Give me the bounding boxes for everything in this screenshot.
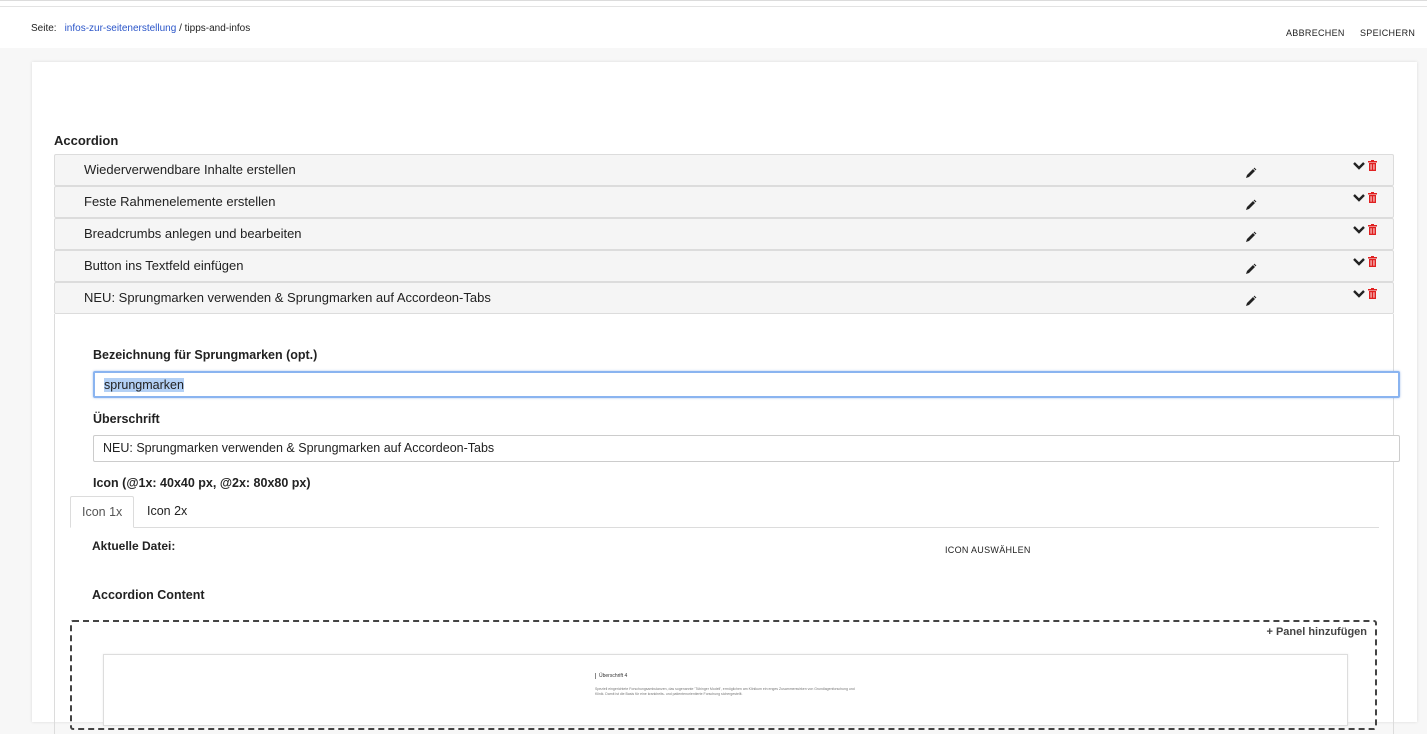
chevron-down-icon[interactable] (1353, 289, 1365, 299)
heading-input[interactable]: NEU: Sprungmarken verwenden & Sprungmark… (93, 435, 1400, 462)
preview-heading: Überschrift 4 (595, 673, 627, 679)
trash-icon[interactable] (1368, 160, 1377, 171)
current-file-label: Aktuelle Datei: (92, 539, 176, 553)
accordion-item-active[interactable]: NEU: Sprungmarken verwenden & Sprungmark… (54, 282, 1394, 314)
anchor-input-value: sprungmarken (104, 378, 184, 392)
pencil-icon[interactable] (1245, 231, 1257, 243)
save-button[interactable]: SPEICHERN (1360, 28, 1415, 38)
accordion-item[interactable]: Breadcrumbs anlegen und bearbeiten (54, 218, 1394, 250)
chevron-down-icon[interactable] (1353, 257, 1365, 267)
accordion-item-label: Wiederverwendbare Inhalte erstellen (84, 162, 296, 177)
tab-icon-1x[interactable]: Icon 1x (70, 496, 135, 528)
chevron-down-icon[interactable] (1353, 193, 1365, 203)
choose-icon-button[interactable]: ICON AUSWÄHLEN (945, 545, 1031, 555)
editor-card: Accordion Wiederverwendbare Inhalte erst… (32, 62, 1417, 734)
heading-field-label: Überschrift (93, 412, 160, 426)
cancel-button[interactable]: ABBRECHEN (1286, 28, 1345, 38)
accordion-item[interactable]: Feste Rahmenelemente erstellen (54, 186, 1394, 218)
chevron-down-icon[interactable] (1353, 161, 1365, 171)
pencil-icon[interactable] (1245, 199, 1257, 211)
accordion-item[interactable]: Wiederverwendbare Inhalte erstellen (54, 154, 1394, 186)
add-panel-button[interactable]: + Panel hinzufügen (1266, 626, 1367, 638)
add-panel-label: Panel hinzufügen (1275, 626, 1367, 638)
heading-input-value: NEU: Sprungmarken verwenden & Sprungmark… (103, 441, 495, 455)
icon-field-label: Icon (@1x: 40x40 px, @2x: 80x80 px) (93, 476, 311, 490)
trash-icon[interactable] (1368, 224, 1377, 235)
trash-icon[interactable] (1368, 256, 1377, 267)
breadcrumb-link[interactable]: infos-zur-seitenerstellung (65, 23, 177, 34)
panel-preview[interactable]: Überschrift 4 Speziell eingerichtete For… (103, 654, 1348, 726)
icon-tabs: Icon 1x Icon 2x (70, 496, 1379, 528)
breadcrumb-label: Seite: (31, 23, 57, 34)
breadcrumb-current: tipps-and-infos (184, 23, 251, 34)
preview-text: Speziell eingerichtete Forschungsambulan… (595, 687, 855, 696)
pencil-icon[interactable] (1245, 263, 1257, 275)
pencil-icon[interactable] (1245, 295, 1257, 307)
top-bar: Seite: infos-zur-seitenerstellung / tipps… (0, 0, 1427, 48)
tab-icon-2x[interactable]: Icon 2x (136, 496, 198, 526)
pencil-icon[interactable] (1245, 167, 1257, 179)
plus-icon: + (1266, 626, 1276, 638)
breadcrumb-separator: / (176, 23, 185, 34)
accordion-content-label: Accordion Content (92, 588, 205, 602)
accordion-item-label: Feste Rahmenelemente erstellen (84, 194, 276, 209)
anchor-field-label: Bezeichnung für Sprungmarken (opt.) (93, 348, 318, 362)
trash-icon[interactable] (1368, 192, 1377, 203)
accordion-item-label: Button ins Textfeld einfügen (84, 258, 244, 273)
accordion-item-label: NEU: Sprungmarken verwenden & Sprungmark… (84, 290, 491, 305)
chevron-down-icon[interactable] (1353, 225, 1365, 235)
top-divider (0, 6, 1427, 7)
accordion-title: Accordion (54, 133, 119, 148)
breadcrumb: Seite: infos-zur-seitenerstellung / tipps… (31, 23, 250, 34)
accordion-item[interactable]: Button ins Textfeld einfügen (54, 250, 1394, 282)
accordion-item-label: Breadcrumbs anlegen und bearbeiten (84, 226, 302, 241)
anchor-input[interactable]: sprungmarken (93, 371, 1400, 398)
trash-icon[interactable] (1368, 288, 1377, 299)
panel-dropzone: + Panel hinzufügen Überschrift 4 Speziel… (70, 620, 1377, 730)
